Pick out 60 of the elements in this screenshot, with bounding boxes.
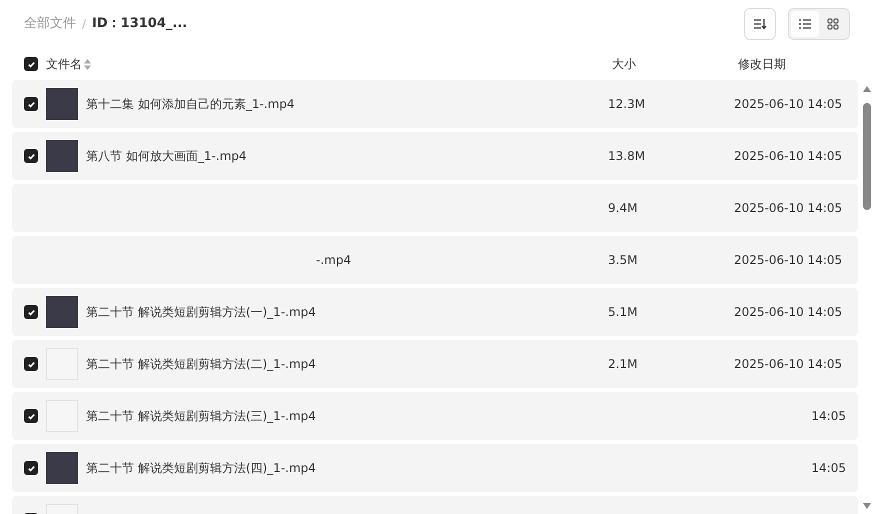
modified-date: 2025-06-10 14:05 [734, 201, 842, 215]
file-row[interactable]: 第二十节 解说类短剧剪辑方法(三)_1-.mp4 14:05 [12, 392, 858, 440]
checkmark-icon [26, 412, 36, 420]
file-name: 第八节 如何放大画面_1-.mp4 [86, 148, 247, 165]
checkbox[interactable] [24, 305, 38, 319]
modified-date: 2025-06-10 14:05 [734, 357, 842, 371]
scroll-down-icon[interactable] [862, 502, 872, 510]
file-row[interactable]: 9.4M 2025-06-10 14:05 [12, 184, 858, 232]
file-name: 第二十节 解说类短剧剪辑方法(四)_1-.mp4 [86, 460, 316, 477]
file-size: 3.5M [608, 253, 638, 267]
modified-date: 2025-06-10 14:05 [734, 149, 842, 163]
checkmark-icon [26, 152, 36, 160]
checkmark-icon [26, 464, 36, 472]
file-row[interactable]: 第八节 如何放大画面_1-.mp4 13.8M 2025-06-10 14:05 [12, 132, 858, 180]
checkbox[interactable] [24, 461, 38, 475]
file-name: 第二十节 解说类短剧剪辑方法(一)_1-.mp4 [86, 304, 316, 321]
checkbox[interactable] [24, 149, 38, 163]
checkmark-icon [26, 308, 36, 316]
list-view-button[interactable] [791, 11, 819, 37]
checkmark-icon [26, 60, 36, 68]
checkbox[interactable] [24, 97, 38, 111]
checkmark-icon [26, 360, 36, 368]
modified-date: 2025-06-10 14:05 [734, 97, 842, 111]
file-row[interactable]: 第二十节 解说类短剧剪辑方法(二)_1-.mp4 2.1M 2025-06-10 14:05 [12, 340, 858, 388]
file-name: 第二十节 解说类短剧剪辑方法(二)_1-.mp4 [86, 356, 316, 373]
checkmark-icon [26, 100, 36, 108]
modified-date: 14:05 [811, 461, 846, 475]
sort-icon [753, 18, 767, 30]
video-thumbnail [46, 88, 78, 120]
video-thumbnail [46, 140, 78, 172]
file-row[interactable]: 第二十节 解说类短剧剪辑方法(一)_1-.mp4 5.1M 2025-06-10 14:05 [12, 288, 858, 336]
file-size: 2.1M [608, 357, 638, 371]
file-name: -.mp4 [316, 252, 352, 269]
file-row[interactable]: 第二十节 解说类短剧剪辑方法(四)_1-.mp4 14:05 [12, 444, 858, 492]
file-row[interactable]: 第十二集 如何添加自己的元素_1-.mp4 12.3M 2025-06-10 14:05 [12, 80, 858, 128]
checkbox[interactable] [24, 357, 38, 371]
file-name: 第十二集 如何添加自己的元素_1-.mp4 [86, 96, 295, 113]
file-size: 9.4M [608, 201, 638, 215]
breadcrumb-current: ID：13104_... [92, 15, 188, 34]
checkbox[interactable] [24, 409, 38, 423]
file-size: 5.1M [608, 305, 638, 319]
file-size: 13.8M [608, 149, 646, 163]
sort-button[interactable] [744, 8, 776, 40]
modified-date: 2025-06-10 14:05 [734, 305, 842, 319]
column-header: 大小 [612, 57, 636, 71]
breadcrumb-separator: / [82, 16, 86, 33]
modified-date: 2025-06-10 14:05 [734, 253, 842, 267]
video-thumbnail [46, 296, 78, 328]
modified-date: 14:05 [811, 409, 846, 423]
scroll-up-icon[interactable] [862, 85, 872, 93]
video-thumbnail [46, 452, 78, 484]
column-header[interactable]: 文件名 [46, 55, 82, 73]
file-size: 12.3M [608, 97, 646, 111]
list-icon [799, 19, 811, 29]
column-header: 修改日期 [738, 57, 786, 71]
checkbox[interactable] [24, 57, 38, 71]
file-row[interactable]: -.mp4 3.5M 2025-06-10 14:05 [12, 236, 858, 284]
grid-icon [827, 18, 839, 30]
file-name: 第二十节 解说类短剧剪辑方法(三)_1-.mp4 [86, 408, 316, 425]
scrollbar-thumb[interactable] [863, 103, 871, 210]
